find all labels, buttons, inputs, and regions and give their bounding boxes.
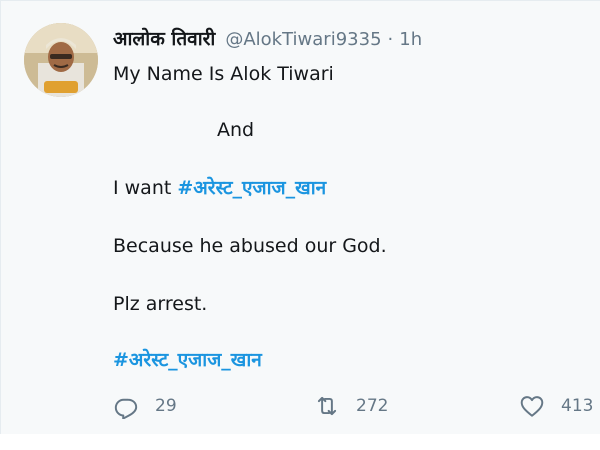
heart-icon bbox=[520, 396, 544, 417]
retweet-icon bbox=[317, 396, 337, 416]
reply-button[interactable]: 29 bbox=[113, 393, 177, 419]
tweet-line-reason: Because he abused our God. bbox=[113, 235, 387, 257]
hashtag-link-bottom[interactable]: #अरेस्ट_एजाज_खान bbox=[113, 347, 262, 373]
like-count: 413 bbox=[561, 396, 594, 416]
display-name[interactable]: आलोक तिवारी bbox=[113, 25, 215, 51]
tweet-line-name: My Name Is Alok Tiwari bbox=[113, 63, 334, 85]
tweet-actions: 29 272 413 bbox=[113, 393, 600, 421]
tweet-line-request: Plz arrest. bbox=[113, 293, 208, 315]
avatar-image bbox=[24, 23, 98, 97]
retweet-count: 272 bbox=[356, 396, 389, 416]
like-button[interactable]: 413 bbox=[519, 393, 593, 419]
timestamp[interactable]: 1h bbox=[399, 29, 422, 50]
reply-count: 29 bbox=[155, 396, 177, 416]
reply-icon bbox=[114, 398, 138, 419]
tweet-line-want: I want #अरेस्ट_एजाज_खान bbox=[113, 175, 326, 201]
user-handle[interactable]: @AlokTiwari9335 bbox=[225, 29, 381, 50]
tweet-line-and: And bbox=[217, 119, 255, 141]
retweet-button[interactable]: 272 bbox=[314, 393, 388, 419]
separator-dot: · bbox=[387, 29, 394, 50]
tweet-card[interactable]: आलोक तिवारी @AlokTiwari9335 · 1h My Name… bbox=[0, 0, 600, 434]
avatar[interactable] bbox=[24, 23, 98, 97]
tweet-header: आलोक तिवारी @AlokTiwari9335 · 1h bbox=[113, 25, 422, 51]
hashtag-link[interactable]: #अरेस्ट_एजाज_खान bbox=[177, 177, 326, 199]
tweet-line-want-text: I want bbox=[113, 177, 178, 199]
